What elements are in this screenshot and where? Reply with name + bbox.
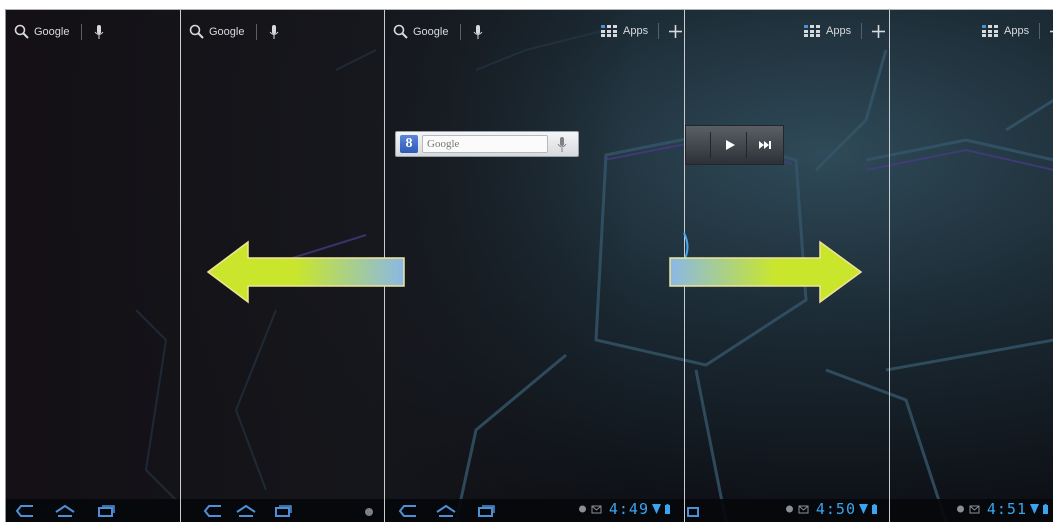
apps-launcher[interactable]: Apps [601,23,683,39]
search-icon [14,24,29,39]
divider [658,23,660,39]
divider [81,24,83,40]
google-search-bar[interactable]: Google [189,24,279,40]
search-icon [393,24,408,39]
homescreen-panel-1: Google [6,10,181,522]
recent-apps-icon[interactable] [476,504,496,518]
home-icon[interactable] [54,504,76,518]
status-area[interactable]: 4:49 [578,500,674,518]
search-label: Google [413,26,449,38]
wifi-signal-icon [1030,504,1039,514]
status-clock: 4:49 [608,500,649,518]
navigation-bar [181,499,384,522]
mail-icon [591,505,602,514]
apps-label: Apps [623,25,649,37]
android-notification-icon [578,505,586,513]
back-icon[interactable] [398,504,418,518]
microphone-icon[interactable] [269,24,279,40]
status-clock: 4:50 [815,500,856,518]
battery-icon [872,504,877,514]
back-icon[interactable] [15,504,35,518]
apps-grid-icon [804,25,820,37]
next-track-icon[interactable] [758,138,772,152]
google-search-widget[interactable]: 8 [395,131,579,157]
wifi-signal-icon [652,504,661,514]
back-icon[interactable] [203,504,223,518]
wifi-signal-icon [859,504,868,514]
voice-search-icon[interactable] [556,135,568,153]
music-widget-controls [685,125,784,165]
mail-icon [798,505,809,514]
recent-apps-icon[interactable] [96,504,116,518]
homescreen-composite: Google Google Google Apps 8 Google 4:49 … [5,9,1053,522]
google-logo-icon: 8 [400,135,418,153]
add-icon[interactable] [669,24,683,38]
google-search-bar[interactable]: Google [393,24,483,40]
apps-launcher[interactable]: Apps [804,23,886,39]
android-notification-icon [956,505,964,513]
homescreen-panel-5: Apps 4:51 [890,10,1053,522]
swipe-right-arrow [669,240,863,304]
play-icon[interactable] [723,138,737,152]
google-search-bar[interactable]: Google [14,24,104,40]
mail-icon [969,505,980,514]
swipe-left-arrow [206,240,405,304]
apps-launcher[interactable]: Apps [982,23,1053,39]
navigation-bar: 4:51 [890,499,1053,522]
microphone-icon[interactable] [473,24,483,40]
recent-apps-icon[interactable] [687,504,701,518]
search-label: Google [209,26,245,38]
navigation-bar: 4:49 [385,499,684,522]
android-notification-icon [785,505,793,513]
apps-label: Apps [826,25,852,37]
battery-icon [665,504,670,514]
android-notification-icon [365,508,373,516]
divider [1039,23,1041,39]
divider [460,24,462,40]
apps-label: Apps [1004,25,1030,37]
status-clock: 4:51 [986,500,1027,518]
status-area[interactable]: 4:51 [956,500,1052,518]
search-icon [189,24,204,39]
home-icon[interactable] [435,504,457,518]
search-label: Google [34,26,70,38]
add-icon[interactable] [872,24,886,38]
homescreen-panel-3: Google Apps 8 4:49 [385,10,685,522]
battery-icon [1043,504,1048,514]
home-icon[interactable] [235,504,257,518]
apps-grid-icon [601,25,617,37]
google-search-input[interactable] [422,135,548,153]
apps-grid-icon [982,25,998,37]
navigation-bar [6,499,180,522]
divider [256,24,258,40]
divider [861,23,863,39]
status-area[interactable]: 4:50 [785,500,881,518]
recent-apps-icon[interactable] [273,504,293,518]
microphone-icon[interactable] [94,24,104,40]
navigation-bar: 4:50 [685,499,889,522]
